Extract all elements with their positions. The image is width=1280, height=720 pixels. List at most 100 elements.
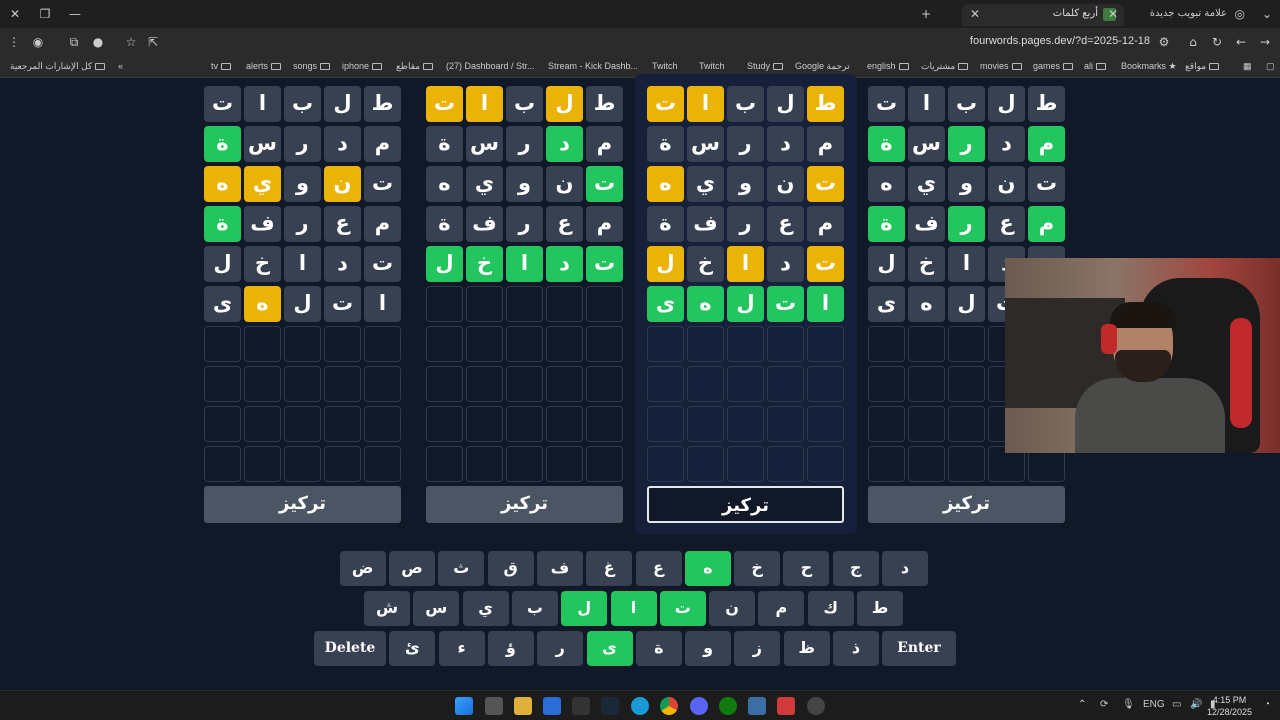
chevron-down-icon[interactable]: ⌄ (1258, 5, 1276, 23)
keyboard-key[interactable]: ص (389, 551, 435, 586)
keyboard-key[interactable]: خ (734, 551, 781, 586)
url-field[interactable]: fourwords.pages.dev/?d=2025-12-18 (970, 35, 1150, 47)
app-icon[interactable] (748, 697, 766, 715)
bookmark-games[interactable]: games (1033, 61, 1074, 71)
keyboard-key[interactable]: ئ (389, 631, 436, 666)
bookmark-tv[interactable]: tv (211, 61, 232, 71)
keyboard-key[interactable]: ء (438, 631, 485, 666)
task-view-icon[interactable] (485, 697, 503, 715)
keyboard-key[interactable]: س (413, 591, 460, 626)
keyboard-key[interactable]: ي (462, 591, 509, 626)
keyboard-key[interactable]: ة (635, 631, 682, 666)
store-icon[interactable] (543, 697, 561, 715)
delete-key[interactable]: Delete (314, 631, 386, 666)
volume-icon[interactable]: 🔊 (1190, 699, 1202, 710)
close-icon[interactable]: ✕ (1108, 7, 1118, 21)
bookmark-bookmarks[interactable]: Bookmarks ★ (1121, 61, 1177, 72)
mic-icon[interactable]: 🎙 (1122, 699, 1135, 710)
bookmark-movies[interactable]: movies (980, 61, 1022, 71)
close-icon[interactable]: ✕ (970, 7, 980, 21)
keyboard-key[interactable]: ر (537, 631, 584, 666)
network-icon[interactable]: ⟳ (1100, 699, 1108, 710)
keyboard-key[interactable]: ل (561, 591, 608, 626)
keyboard-key[interactable]: ش (364, 591, 410, 626)
bookmark-twitch-1[interactable]: Twitch (652, 61, 678, 71)
keyboard-key[interactable]: ث (438, 551, 485, 586)
chrome-icon[interactable] (660, 697, 678, 715)
app-red-icon[interactable] (777, 697, 795, 715)
keyboard-key[interactable]: ن (709, 591, 756, 626)
close-window-icon[interactable]: ✕ (6, 5, 24, 23)
focus-button[interactable]: تركيز (868, 486, 1065, 523)
keyboard-key[interactable]: ز (734, 631, 781, 666)
minimize-window-icon[interactable]: — (66, 5, 84, 23)
keyboard-key[interactable]: ف (536, 551, 583, 586)
keyboard-key[interactable]: ط (857, 591, 903, 626)
obs-icon[interactable] (807, 697, 825, 715)
keyboard-key[interactable]: ض (339, 551, 386, 586)
keyboard-key[interactable]: د (882, 551, 928, 586)
chevron-up-icon[interactable]: ⌃ (1078, 699, 1086, 710)
tab-inactive[interactable]: ✕ علامة تبويب جديدة ◎ (1108, 4, 1255, 26)
keyboard-key[interactable]: ظ (783, 631, 830, 666)
reload-icon[interactable]: ↻ (1209, 34, 1225, 50)
focus-button[interactable]: تركيز (426, 486, 623, 523)
discord-icon[interactable] (690, 697, 708, 715)
focus-button[interactable]: تركيز (204, 486, 401, 523)
bookmark-study[interactable]: Study (747, 61, 784, 71)
keyboard-key[interactable]: ا (610, 591, 657, 626)
clock[interactable]: 4:15 PM 12/28/2025 (1207, 694, 1252, 718)
keyboard-key[interactable]: ذ (833, 631, 879, 666)
share-icon[interactable]: ⇱ (145, 34, 161, 50)
forward-icon[interactable]: ← (1233, 34, 1249, 50)
edge-icon[interactable] (631, 697, 649, 715)
notifications-icon[interactable]: ◔ (1264, 699, 1270, 710)
steam-icon[interactable] (601, 697, 619, 715)
keyboard-key[interactable]: ح (783, 551, 830, 586)
display-icon[interactable]: ▭ (1172, 699, 1181, 710)
site-settings-icon[interactable]: ⚙ (1156, 34, 1172, 50)
keyboard-key[interactable]: ؤ (487, 631, 534, 666)
keyboard-key[interactable]: م (758, 591, 805, 626)
terminal-icon[interactable] (572, 697, 590, 715)
chevron-icon[interactable]: « (118, 61, 123, 71)
enter-key[interactable]: Enter (882, 631, 956, 666)
keyboard-key[interactable]: ج (832, 551, 879, 586)
star-icon[interactable]: ☆ (123, 34, 139, 50)
bookmark-google-translate[interactable]: Google ترجمة (795, 61, 850, 72)
bookmark-clips[interactable]: مقاطع (396, 61, 434, 72)
bookmark-iphone[interactable]: iphone (342, 61, 383, 71)
all-bookmarks[interactable]: كل الإشارات المرجعية (10, 61, 106, 72)
bookmark-ali[interactable]: ali (1084, 61, 1107, 71)
bookmark-english[interactable]: english (867, 61, 909, 71)
focus-button[interactable]: تركيز (647, 486, 844, 523)
menu-icon[interactable]: ⋮ (6, 34, 22, 50)
bookmark-kick[interactable]: Stream - Kick Dashb... (548, 61, 638, 71)
bookmark-alerts[interactable]: alerts (246, 61, 282, 71)
back-icon[interactable]: → (1257, 34, 1273, 50)
keyboard-key[interactable]: و (685, 631, 732, 666)
new-tab-icon[interactable]: + (917, 5, 935, 23)
keyboard-key[interactable]: ه (684, 551, 731, 586)
windows-start-icon[interactable] (455, 697, 473, 715)
bookmark-purchases[interactable]: مشتريات (921, 61, 969, 72)
keyboard-key[interactable]: ى (586, 631, 633, 666)
xbox-icon[interactable] (719, 697, 737, 715)
keyboard-key[interactable]: ق (487, 551, 534, 586)
keyboard-key[interactable]: ب (511, 591, 558, 626)
keyboard-key[interactable]: ت (659, 591, 706, 626)
language-indicator[interactable]: ENG (1143, 699, 1165, 710)
extensions-icon[interactable]: ⧉ (66, 34, 82, 50)
tab-active[interactable]: ✕ أربع كلمات (962, 4, 1124, 26)
profile-icon[interactable]: ◉ (30, 34, 46, 50)
bookmark-twitch-2[interactable]: Twitch (699, 61, 725, 71)
restore-window-icon[interactable]: ❐ (36, 5, 54, 23)
keyboard-key[interactable]: غ (586, 551, 633, 586)
keyboard-key[interactable]: ع (635, 551, 682, 586)
extension-icon[interactable]: ● (90, 34, 106, 50)
apps-grid-icon[interactable]: ▦ (1243, 61, 1252, 72)
keyboard-key[interactable]: ك (807, 591, 854, 626)
file-explorer-icon[interactable] (514, 697, 532, 715)
home-icon[interactable]: ⌂ (1185, 34, 1201, 50)
sidebar-icon[interactable]: ▢ (1266, 61, 1275, 72)
